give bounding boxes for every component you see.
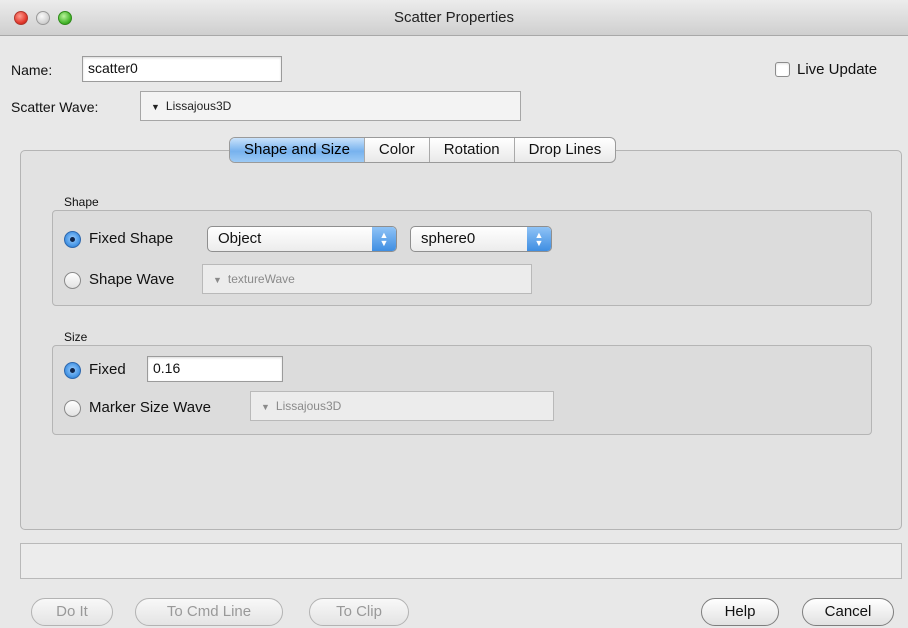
command-status-field — [20, 543, 902, 579]
tab-drop-lines[interactable]: Drop Lines — [515, 138, 616, 162]
help-button[interactable]: Help — [701, 598, 779, 626]
window-title: Scatter Properties — [393, 9, 515, 26]
shape-group-title: Shape — [64, 195, 99, 209]
dropdown-triangle-icon: ▼ — [213, 275, 222, 285]
marker-size-wave-value: Lissajous3D — [275, 399, 342, 413]
shape-type-value: Object — [218, 230, 262, 247]
scatter-properties-window: Scatter Properties Name: scatter0 Live U… — [0, 0, 908, 628]
marker-size-wave-radio[interactable] — [64, 400, 81, 417]
live-update-label: Live Update — [797, 61, 878, 78]
name-label: Name: — [11, 62, 53, 78]
object-value: sphere0 — [421, 230, 476, 247]
tab-shape-and-size[interactable]: Shape and Size — [230, 138, 365, 162]
scatter-wave-label: Scatter Wave: — [11, 99, 99, 115]
name-field[interactable]: scatter0 — [82, 56, 282, 82]
live-update-checkbox[interactable] — [775, 62, 790, 77]
scatter-wave-selector[interactable]: ▼ Lissajous3D — [140, 91, 521, 121]
shape-wave-selector[interactable]: ▼ textureWave — [202, 264, 532, 294]
shape-wave-value: textureWave — [227, 272, 295, 286]
fixed-size-field[interactable]: 0.16 — [147, 356, 283, 382]
popup-updown-icon: ▲ ▼ — [372, 227, 396, 251]
cancel-button[interactable]: Cancel — [802, 598, 894, 626]
object-popup[interactable]: sphere0 ▲ ▼ — [410, 226, 552, 252]
to-clip-button[interactable]: To Clip — [309, 598, 409, 626]
dropdown-triangle-icon: ▼ — [261, 402, 270, 412]
title-bar[interactable]: Scatter Properties — [0, 0, 908, 36]
tab-rotation[interactable]: Rotation — [430, 138, 515, 162]
fixed-shape-radio[interactable] — [64, 231, 81, 248]
tab-panel — [20, 150, 902, 530]
size-group-title: Size — [64, 330, 88, 344]
fixed-shape-label: Fixed Shape — [89, 230, 174, 247]
tab-bar: Shape and Size Color Rotation Drop Lines — [229, 137, 617, 163]
fixed-size-label: Fixed — [89, 361, 126, 378]
marker-size-wave-selector[interactable]: ▼ Lissajous3D — [250, 391, 554, 421]
tab-color[interactable]: Color — [365, 138, 430, 162]
shape-wave-label: Shape Wave — [89, 271, 175, 288]
fixed-size-radio[interactable] — [64, 362, 81, 379]
popup-updown-icon: ▲ ▼ — [527, 227, 551, 251]
shape-type-popup[interactable]: Object ▲ ▼ — [207, 226, 397, 252]
do-it-button[interactable]: Do It — [31, 598, 113, 626]
shape-wave-radio[interactable] — [64, 272, 81, 289]
to-cmd-line-button[interactable]: To Cmd Line — [135, 598, 283, 626]
dropdown-triangle-icon: ▼ — [151, 102, 160, 112]
marker-size-wave-label: Marker Size Wave — [89, 399, 211, 416]
scatter-wave-value: Lissajous3D — [165, 99, 232, 113]
